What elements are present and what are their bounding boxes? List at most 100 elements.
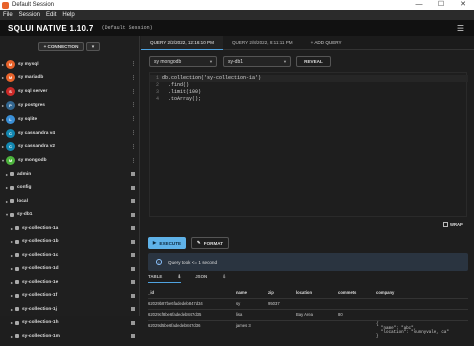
add-query-tab[interactable]: + ADD QUERY [302,36,351,50]
sidebar-connection[interactable]: ▸ C sy cassandra v2 ⋮ [0,141,140,153]
reveal-label: REVEAL [304,59,323,64]
menu-edit[interactable]: Edit [46,12,56,18]
collection-icon [15,293,19,298]
tab-query-2[interactable]: QUERY 2/8/2022, 8:11:11 PM [223,36,302,50]
database-action-icon[interactable] [131,199,135,204]
tab-table[interactable]: TABLE ⇩ [148,274,182,283]
line-number: 3 [155,89,159,95]
collection-action-icon[interactable] [131,293,135,298]
connection-dropdown-button[interactable]: ▾ [86,42,100,51]
sidebar-connection[interactable]: ▸ L sy sqlite ⋮ [0,113,140,125]
hamburger-menu-icon[interactable]: ☰ [457,24,464,33]
sidebar-collection-label: sy-collection-1e [22,279,59,285]
collection-action-icon[interactable] [131,239,135,244]
more-options-icon[interactable]: ⋮ [131,144,136,150]
tab-query-1[interactable]: QUERY 2/2/2022, 12:16:10 PM [141,35,223,50]
reveal-button[interactable]: REVEAL [296,56,331,67]
sidebar-database-label: config [17,185,32,191]
sidebar-database[interactable]: ▸ admin [0,168,140,180]
column-header[interactable]: commets [338,290,356,295]
more-options-icon[interactable]: ⋮ [131,130,136,136]
connection-select[interactable]: sy mongodb ▼ [149,56,217,67]
line-number: 4 [155,96,159,102]
maximize-button[interactable]: ☐ [430,0,452,10]
table-cell: { "name": "abc", "location": "sunnyvale,… [376,323,449,339]
table-cell: james 3 [236,323,251,328]
sidebar-connection-label: sy cassandra v4 [18,130,56,136]
column-header[interactable]: location [296,290,312,295]
sidebar-connection-label: sy mysql [18,61,39,67]
tab-query-2-label: QUERY 2/8/2022, 8:11:11 PM [231,40,293,45]
collection-icon [15,307,19,312]
minimize-button[interactable]: — [408,0,430,10]
collection-action-icon[interactable] [131,253,135,258]
database-action-icon[interactable] [131,172,135,177]
collection-action-icon[interactable] [131,307,135,312]
database-select-value: sy-db1 [228,58,244,65]
wrap-toggle[interactable]: WRAP [443,222,463,227]
collection-action-icon[interactable] [131,320,135,325]
database-icon: M [6,156,15,166]
sidebar-collection[interactable]: ▸ sy-collection-1h [0,317,140,329]
more-options-icon[interactable]: ⋮ [131,61,136,67]
close-button[interactable]: ✕ [452,0,474,10]
sidebar-connection[interactable]: ▸ M sy mariadb ⋮ [0,72,140,84]
sidebar-collection-label: sy-collection-1j [22,306,57,312]
database-icon: S [6,87,15,97]
more-options-icon[interactable]: ⋮ [131,102,136,108]
query-status-text: Query took <= 1 second [168,259,218,265]
collection-action-icon[interactable] [131,334,135,339]
collection-action-icon[interactable] [131,226,135,231]
sidebar-database[interactable]: ▾ sy-db1 [0,209,140,221]
wrap-checkbox[interactable] [443,222,448,227]
sidebar-database[interactable]: ▸ config [0,182,140,194]
database-action-icon[interactable] [131,212,135,217]
format-button[interactable]: ✎ FORMAT [191,237,229,249]
menu-file[interactable]: File [3,12,13,18]
more-options-icon[interactable]: ⋮ [131,75,136,81]
sidebar-connection[interactable]: ▸ P sy postgres ⋮ [0,99,140,111]
more-options-icon[interactable]: ⋮ [131,89,136,95]
table-row[interactable]: 62029b87be6fadedeb847d34 sy 95037 [148,298,468,309]
sidebar-collection[interactable]: ▸ sy-collection-1f [0,290,140,302]
sidebar-connection[interactable]: ▾ M sy mongodb ⋮ [0,155,140,167]
sidebar-database[interactable]: ▸ local [0,195,140,207]
more-options-icon[interactable]: ⋮ [131,116,136,122]
column-header[interactable]: _id [148,290,154,295]
menu-help[interactable]: Help [62,12,74,18]
add-connection-button[interactable]: + CONNECTION [38,42,84,51]
database-icon: C [6,142,15,152]
collection-action-icon[interactable] [131,280,135,285]
sidebar-connection[interactable]: ▸ S sy sql server ⋮ [0,86,140,98]
table-cell: sy [236,301,241,306]
connection-select-value: sy mongodb [154,58,182,65]
tab-json[interactable]: JSON ⇩ [195,274,226,283]
table-row[interactable]: 62029cf8be6fadedeb847d35 lisa Bay Area 80 [148,309,468,320]
menu-session[interactable]: Session [19,12,40,18]
column-header[interactable]: company [376,290,394,295]
table-header: _id name zip location commets company [148,288,468,297]
sidebar-collection[interactable]: ▸ sy-collection-1c [0,249,140,261]
query-editor[interactable]: 1 db.collection('sy-collection-1a') 2 .f… [149,72,468,217]
editor-line: 1 db.collection('sy-collection-1a') [150,75,468,82]
sidebar-collection[interactable]: ▸ sy-collection-1d [0,263,140,275]
table-row[interactable]: 62029d5be6fadedeb847d36 james 3 { "name": … [148,320,468,346]
sidebar-collection[interactable]: ▸ sy-collection-1a [0,222,140,234]
column-header[interactable]: name [236,290,247,295]
sidebar-collection[interactable]: ▸ sy-collection-1m [0,330,140,342]
execute-button[interactable]: ▶ EXECUTE [148,237,186,249]
database-action-icon[interactable] [131,185,135,190]
code-line: .find() [162,82,190,88]
column-header[interactable]: zip [268,290,274,295]
sidebar-collection[interactable]: ▸ sy-collection-1b [0,236,140,248]
sidebar-connection[interactable]: ▸ M sy mysql ⋮ [0,58,140,70]
collection-action-icon[interactable] [131,266,135,271]
sidebar-collection[interactable]: ▸ sy-collection-1j [0,303,140,315]
more-options-icon[interactable]: ⋮ [131,158,136,164]
database-icon: C [6,128,15,138]
sidebar-collection[interactable]: ▸ sy-collection-1e [0,276,140,288]
add-query-label: + ADD QUERY [310,40,342,45]
database-select[interactable]: sy-db1 ▼ [223,56,291,67]
sidebar-connection[interactable]: ▸ C sy cassandra v4 ⋮ [0,127,140,139]
collection-icon [15,266,19,271]
